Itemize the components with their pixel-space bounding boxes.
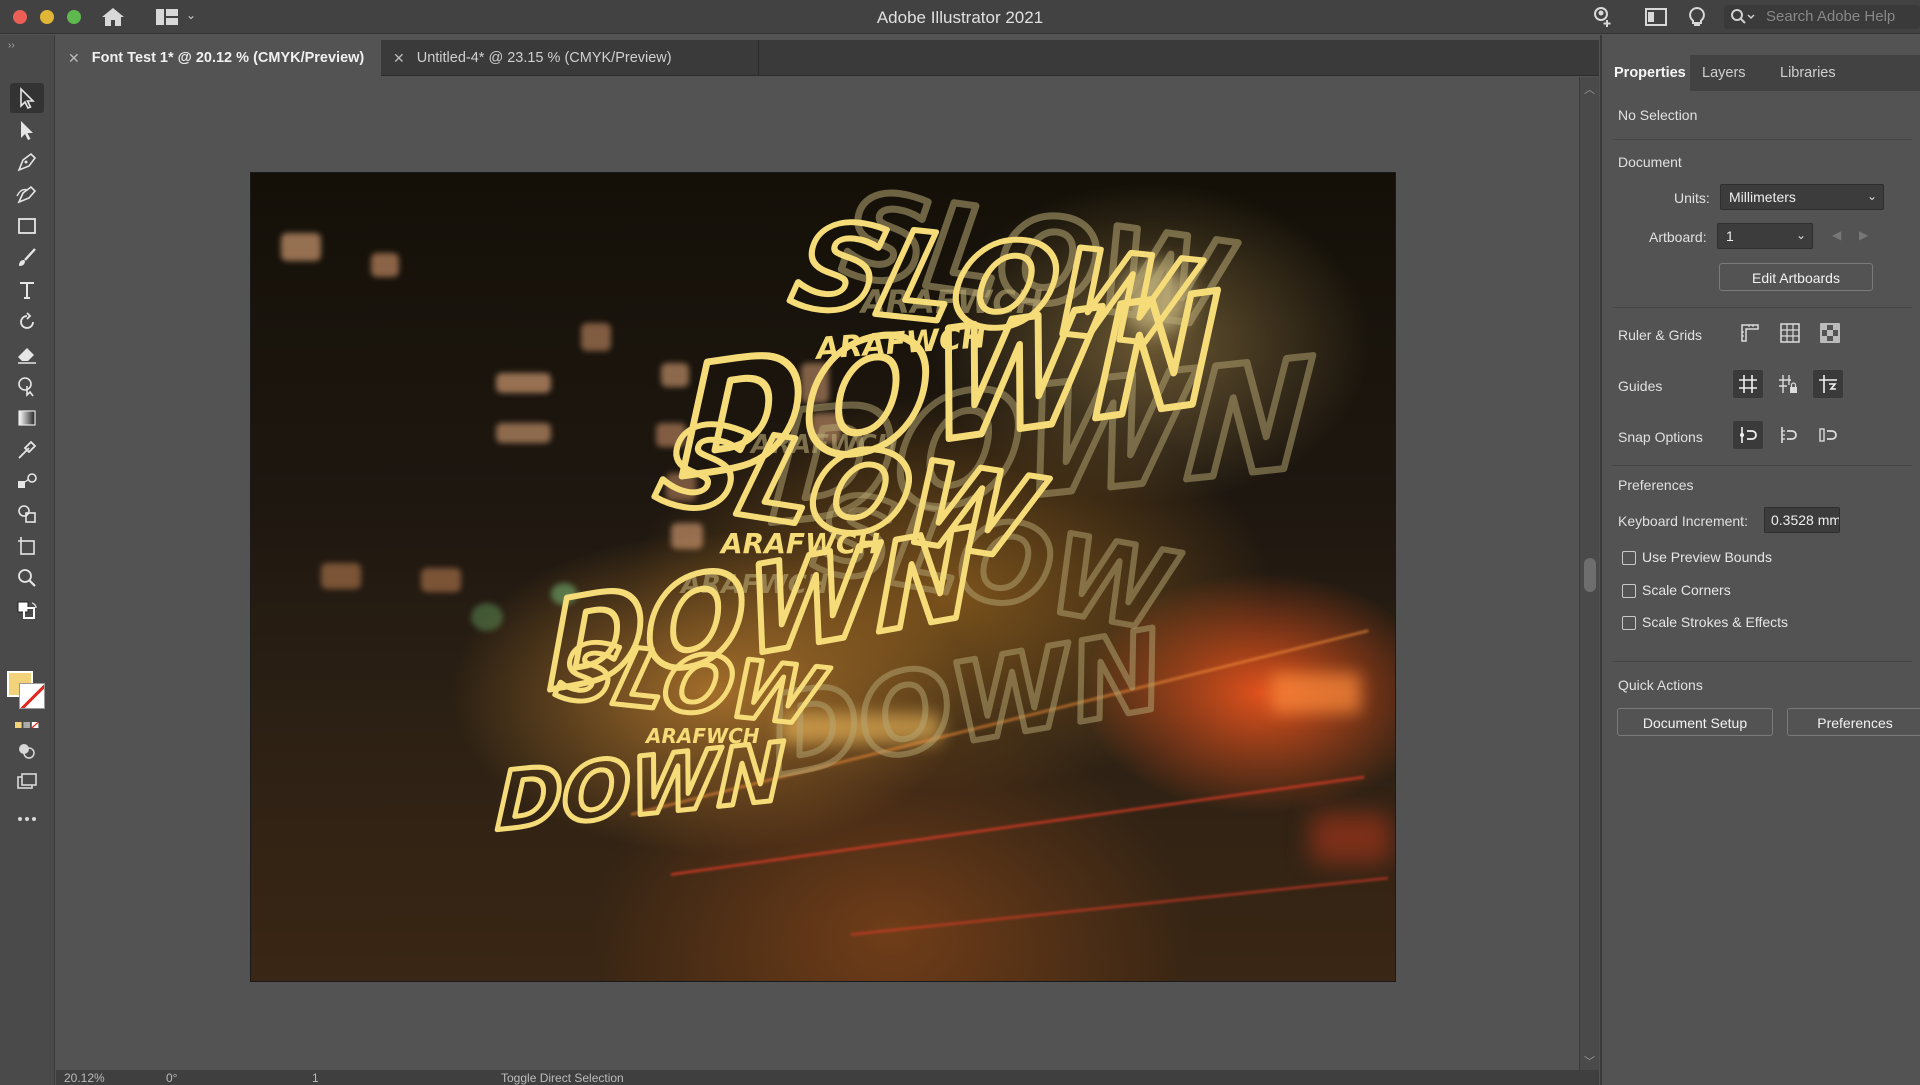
divider: [1612, 661, 1912, 662]
color-mode-icons[interactable]: [10, 715, 44, 735]
rectangle-tool-icon[interactable]: [10, 211, 44, 241]
tab-properties[interactable]: Properties: [1602, 55, 1690, 91]
snap-to-point-icon[interactable]: [1733, 421, 1763, 449]
transparency-grid-icon[interactable]: [1815, 319, 1845, 347]
units-dropdown[interactable]: Millimeters ⌄: [1720, 184, 1884, 210]
scale-strokes-effects-label: Scale Strokes & Effects: [1642, 614, 1789, 630]
previous-artboard-icon[interactable]: ◀: [1832, 228, 1841, 242]
slow-down-artwork[interactable]: SLOW DOWN ARAFWCH SLOW DOWN ARAFWCH ARAF…: [251, 173, 1396, 982]
search-help-placeholder: Search Adobe Help: [1766, 8, 1896, 25]
screen-mode-icon[interactable]: [10, 771, 44, 795]
puppet-warp-tool-icon[interactable]: [10, 371, 44, 401]
ruler-icon[interactable]: [1735, 319, 1765, 347]
document-setup-button[interactable]: Document Setup: [1617, 708, 1773, 736]
use-preview-bounds-checkbox[interactable]: [1622, 551, 1636, 565]
keyboard-increment-label: Keyboard Increment:: [1618, 513, 1748, 529]
direct-selection-tool-icon[interactable]: [10, 115, 44, 145]
tab-font-test[interactable]: ✕ Font Test 1* @ 20.12 % (CMYK/Preview): [56, 40, 381, 76]
more-tools-icon[interactable]: [10, 807, 44, 831]
scale-corners-label: Scale Corners: [1642, 582, 1731, 598]
keyboard-increment-input[interactable]: 0.3528 mm: [1764, 507, 1840, 533]
quick-actions-header: Quick Actions: [1618, 677, 1703, 693]
zoom-tool-icon[interactable]: [10, 563, 44, 593]
default-fill-stroke-icon[interactable]: [10, 599, 44, 623]
artboard-tool-icon[interactable]: [10, 531, 44, 561]
divider: [1612, 465, 1912, 466]
search-icon: [1730, 8, 1758, 30]
tab-libraries[interactable]: Libraries: [1768, 55, 1858, 91]
canvas-area[interactable]: SLOW DOWN ARAFWCH SLOW DOWN ARAFWCH ARAF…: [56, 77, 1579, 1070]
paintbrush-tool-icon[interactable]: [10, 243, 44, 273]
tools-panel: ››: [0, 35, 55, 1085]
show-guides-icon[interactable]: [1733, 370, 1763, 398]
properties-panel: Properties Layers Libraries No Selection…: [1600, 35, 1920, 1085]
divider: [1612, 139, 1912, 140]
arrange-documents-icon[interactable]: [1644, 6, 1668, 28]
units-label: Units:: [1674, 190, 1710, 206]
status-tool-hint[interactable]: Toggle Direct Selection: [501, 1071, 624, 1085]
scroll-down-arrow-icon[interactable]: ﹀: [1584, 1053, 1595, 1069]
edit-artboards-button[interactable]: Edit Artboards: [1719, 263, 1873, 291]
pen-tool-icon[interactable]: [10, 147, 44, 177]
lightbulb-icon[interactable]: [1685, 6, 1709, 28]
shape-builder-tool-icon[interactable]: [10, 499, 44, 529]
preferences-header: Preferences: [1618, 477, 1694, 493]
scroll-up-arrow-icon[interactable]: ︿: [1584, 81, 1595, 97]
tab-label: Font Test 1* @ 20.12 % (CMYK/Preview): [91, 50, 365, 66]
snap-options-label: Snap Options: [1618, 429, 1703, 445]
snap-to-pixel-icon[interactable]: [1773, 421, 1803, 449]
next-artboard-icon[interactable]: ▶: [1859, 228, 1868, 242]
chevron-down-icon: ⌄: [1795, 228, 1806, 242]
use-preview-bounds-label: Use Preview Bounds: [1642, 549, 1772, 565]
selection-tool-icon[interactable]: [10, 83, 44, 113]
guides-label: Guides: [1618, 378, 1663, 394]
scale-corners-checkbox[interactable]: [1622, 584, 1636, 598]
chevron-down-icon: ⌄: [1866, 189, 1877, 203]
grid-icon[interactable]: [1775, 319, 1805, 347]
document-tab-bar: ✕ Font Test 1* @ 20.12 % (CMYK/Preview) …: [56, 40, 1599, 76]
blend-tool-icon[interactable]: [10, 467, 44, 497]
close-tab-icon[interactable]: ✕: [393, 50, 405, 67]
title-bar: ⌄ Adobe Illustrator 2021 Search Adobe He…: [0, 0, 1920, 34]
zoom-level[interactable]: 20.12%: [64, 1071, 105, 1085]
artboard[interactable]: SLOW DOWN ARAFWCH SLOW DOWN ARAFWCH ARAF…: [250, 172, 1396, 982]
curvature-tool-icon[interactable]: [10, 179, 44, 209]
tab-label: Untitled-4* @ 23.15 % (CMYK/Preview): [416, 50, 672, 66]
eraser-tool-icon[interactable]: [10, 339, 44, 369]
artboard-label: Artboard:: [1649, 229, 1707, 245]
rotation-value[interactable]: 0°: [166, 1071, 177, 1085]
vertical-scrollbar[interactable]: ︿ ﹀: [1579, 77, 1599, 1070]
artboard-dropdown[interactable]: 1 ⌄: [1717, 223, 1813, 249]
units-value: Millimeters: [1729, 189, 1796, 205]
share-user-icon[interactable]: [1590, 6, 1614, 28]
scrollbar-thumb[interactable]: [1584, 558, 1596, 592]
tab-untitled-4[interactable]: ✕ Untitled-4* @ 23.15 % (CMYK/Preview): [381, 40, 759, 76]
gradient-tool-icon[interactable]: [10, 403, 44, 433]
artboard-navigator[interactable]: 1: [312, 1071, 319, 1085]
rotate-tool-icon[interactable]: [10, 307, 44, 337]
selection-status: No Selection: [1618, 107, 1698, 123]
scale-strokes-effects-checkbox[interactable]: [1622, 616, 1636, 630]
type-tool-icon[interactable]: [10, 275, 44, 305]
snap-to-glyph-icon[interactable]: [1813, 421, 1843, 449]
artboard-value: 1: [1726, 228, 1734, 244]
search-help-field[interactable]: Search Adobe Help: [1724, 5, 1920, 29]
divider: [1612, 307, 1912, 308]
panel-tab-bar: Properties Layers Libraries: [1602, 55, 1920, 91]
collapse-toolbar-icon[interactable]: ››: [8, 40, 15, 51]
eyedropper-tool-icon[interactable]: [10, 435, 44, 465]
status-bar: 20.12% 0° 1 Toggle Direct Selection: [56, 1070, 1599, 1085]
preferences-button[interactable]: Preferences: [1787, 708, 1920, 736]
close-tab-icon[interactable]: ✕: [68, 50, 80, 67]
drawing-mode-icon[interactable]: [10, 739, 44, 763]
document-header: Document: [1618, 154, 1682, 170]
lock-guides-icon[interactable]: [1773, 370, 1803, 398]
ruler-grids-label: Ruler & Grids: [1618, 327, 1703, 343]
smart-guides-icon[interactable]: [1813, 370, 1843, 398]
stroke-color-swatch[interactable]: [19, 683, 45, 709]
window-title: Adobe Illustrator 2021: [876, 8, 1044, 27]
tab-layers[interactable]: Layers: [1690, 55, 1768, 91]
down-text-3: DOWN: [495, 724, 786, 849]
